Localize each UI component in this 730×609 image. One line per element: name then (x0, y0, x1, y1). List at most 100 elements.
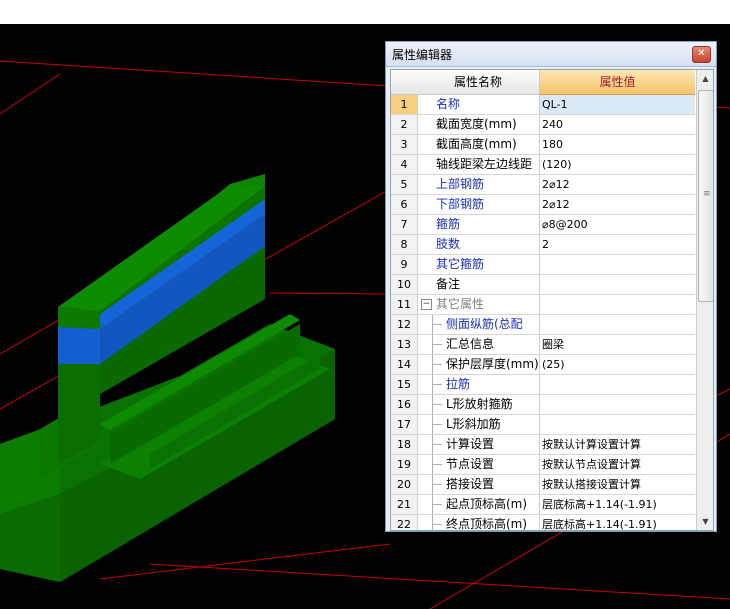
row-number: 5 (391, 175, 418, 194)
property-name: 箍筋 (418, 215, 540, 234)
property-name: 轴线距梁左边线距 (418, 155, 540, 174)
property-row[interactable]: 2 截面宽度(mm) 240 (391, 115, 695, 135)
property-row[interactable]: 18 计算设置 按默认计算设置计算 (391, 435, 695, 455)
property-row[interactable]: 16 L形放射箍筋 (391, 395, 695, 415)
property-row[interactable]: 5 上部钢筋 2⌀12 (391, 175, 695, 195)
property-value[interactable] (540, 375, 695, 394)
property-value[interactable]: 2 (540, 235, 695, 254)
property-name: 名称 (418, 95, 540, 114)
property-value[interactable]: 240 (540, 115, 695, 134)
row-number: 14 (391, 355, 418, 374)
property-row[interactable]: 10 备注 (391, 275, 695, 295)
property-value[interactable]: 按默认计算设置计算 (540, 435, 695, 454)
panel-title: 属性编辑器 (392, 48, 453, 62)
property-name: L形斜加筋 (418, 415, 540, 434)
property-value[interactable]: (120) (540, 155, 695, 174)
property-row[interactable]: 6 下部钢筋 2⌀12 (391, 195, 695, 215)
property-row[interactable]: 19 节点设置 按默认节点设置计算 (391, 455, 695, 475)
row-number: 13 (391, 335, 418, 354)
property-row[interactable]: 14 保护层厚度(mm) (25) (391, 355, 695, 375)
property-row[interactable]: 12 侧面纵筋(总配 (391, 315, 695, 335)
property-value[interactable]: 2⌀12 (540, 195, 695, 214)
property-name-label: 拉筋 (446, 377, 471, 391)
property-row[interactable]: 17 L形斜加筋 (391, 415, 695, 435)
property-name: L形放射箍筋 (418, 395, 540, 414)
property-row[interactable]: 20 搭接设置 按默认搭接设置计算 (391, 475, 695, 495)
property-value[interactable] (540, 275, 695, 294)
property-name: 起点顶标高(m) (418, 495, 540, 514)
property-name-label: 名称 (436, 97, 461, 111)
vertical-scrollbar[interactable]: ▲ ≡ ▼ (696, 70, 713, 530)
row-number: 11 (391, 295, 418, 314)
property-name: 计算设置 (418, 435, 540, 454)
scrollbar-thumb[interactable]: ≡ (698, 90, 713, 302)
row-number: 6 (391, 195, 418, 214)
row-number: 7 (391, 215, 418, 234)
property-name-label: L形斜加筋 (446, 417, 501, 431)
row-number: 1 (391, 95, 418, 114)
property-name-label: 其它属性 (436, 297, 485, 311)
row-number: 2 (391, 115, 418, 134)
property-value[interactable] (540, 415, 695, 434)
property-value[interactable] (540, 315, 695, 334)
row-number: 16 (391, 395, 418, 414)
property-row[interactable]: 9 其它箍筋 (391, 255, 695, 275)
property-row[interactable]: 15 拉筋 (391, 375, 695, 395)
arrow-down-icon: ▼ (702, 517, 709, 526)
property-row[interactable]: 13 汇总信息 圈梁 (391, 335, 695, 355)
property-name-label: 汇总信息 (446, 337, 495, 351)
top-toolbar-strip (0, 0, 730, 24)
property-value[interactable]: QL-1 (540, 95, 695, 114)
collapse-icon[interactable]: − (421, 299, 432, 310)
property-row[interactable]: 11− 其它属性 (391, 295, 695, 315)
close-button[interactable]: ✕ (692, 46, 711, 63)
row-number: 20 (391, 475, 418, 494)
property-name: 截面宽度(mm) (418, 115, 540, 134)
scroll-down-button[interactable]: ▼ (698, 514, 713, 529)
property-value[interactable]: 2⌀12 (540, 175, 695, 194)
row-number: 3 (391, 135, 418, 154)
property-name-label: 终点顶标高(m) (446, 517, 528, 531)
header-property-name[interactable]: 属性名称 (417, 70, 540, 95)
property-name-label: 搭接设置 (446, 477, 495, 491)
row-number: 22 (391, 515, 418, 530)
property-value[interactable] (540, 255, 695, 274)
row-number: 17 (391, 415, 418, 434)
property-editor-panel: 属性编辑器 ✕ 属性名称 属性值 1 名称 QL-1 2 截面宽度(mm) 240 3 截面高… (385, 41, 717, 532)
property-name: 汇总信息 (418, 335, 540, 354)
property-name: 上部钢筋 (418, 175, 540, 194)
property-name: 终点顶标高(m) (418, 515, 540, 531)
property-value[interactable]: 按默认搭接设置计算 (540, 475, 695, 494)
property-row[interactable]: 4 轴线距梁左边线距 (120) (391, 155, 695, 175)
property-value[interactable]: 圈梁 (540, 335, 695, 354)
row-number: 9 (391, 255, 418, 274)
property-value[interactable]: (25) (540, 355, 695, 374)
property-value[interactable]: 180 (540, 135, 695, 154)
property-name: 保护层厚度(mm) (418, 355, 540, 374)
scroll-up-button[interactable]: ▲ (698, 71, 713, 86)
property-value[interactable]: ⌀8@200 (540, 215, 695, 234)
property-row[interactable]: 8 肢数 2 (391, 235, 695, 255)
property-name-label: 节点设置 (446, 457, 495, 471)
property-name: 其它箍筋 (418, 255, 540, 274)
property-name: 肢数 (418, 235, 540, 254)
header-property-value[interactable]: 属性值 (540, 70, 695, 95)
property-value[interactable] (540, 395, 695, 414)
property-value[interactable]: 层底标高+1.14(-1.91) (540, 515, 695, 530)
property-name-label: 备注 (436, 277, 461, 291)
property-value[interactable]: 层底标高+1.14(-1.91) (540, 495, 695, 514)
property-row[interactable]: 3 截面高度(mm) 180 (391, 135, 695, 155)
property-row[interactable]: 21 起点顶标高(m) 层底标高+1.14(-1.91) (391, 495, 695, 515)
property-row[interactable]: 7 箍筋 ⌀8@200 (391, 215, 695, 235)
property-row[interactable]: 1 名称 QL-1 (391, 95, 695, 115)
property-value[interactable]: 按默认节点设置计算 (540, 455, 695, 474)
property-rows: 1 名称 QL-1 2 截面宽度(mm) 240 3 截面高度(mm) 180 4 轴线距梁左边线距… (391, 95, 695, 531)
property-value[interactable] (540, 295, 695, 314)
property-row[interactable]: 22 终点顶标高(m) 层底标高+1.14(-1.91) (391, 515, 695, 531)
header-row-number (391, 70, 418, 95)
row-number: 21 (391, 495, 418, 514)
property-name: 搭接设置 (418, 475, 540, 494)
property-name-label: 起点顶标高(m) (446, 497, 528, 511)
panel-title-bar[interactable]: 属性编辑器 ✕ (386, 42, 716, 67)
property-name-label: 肢数 (436, 237, 461, 251)
